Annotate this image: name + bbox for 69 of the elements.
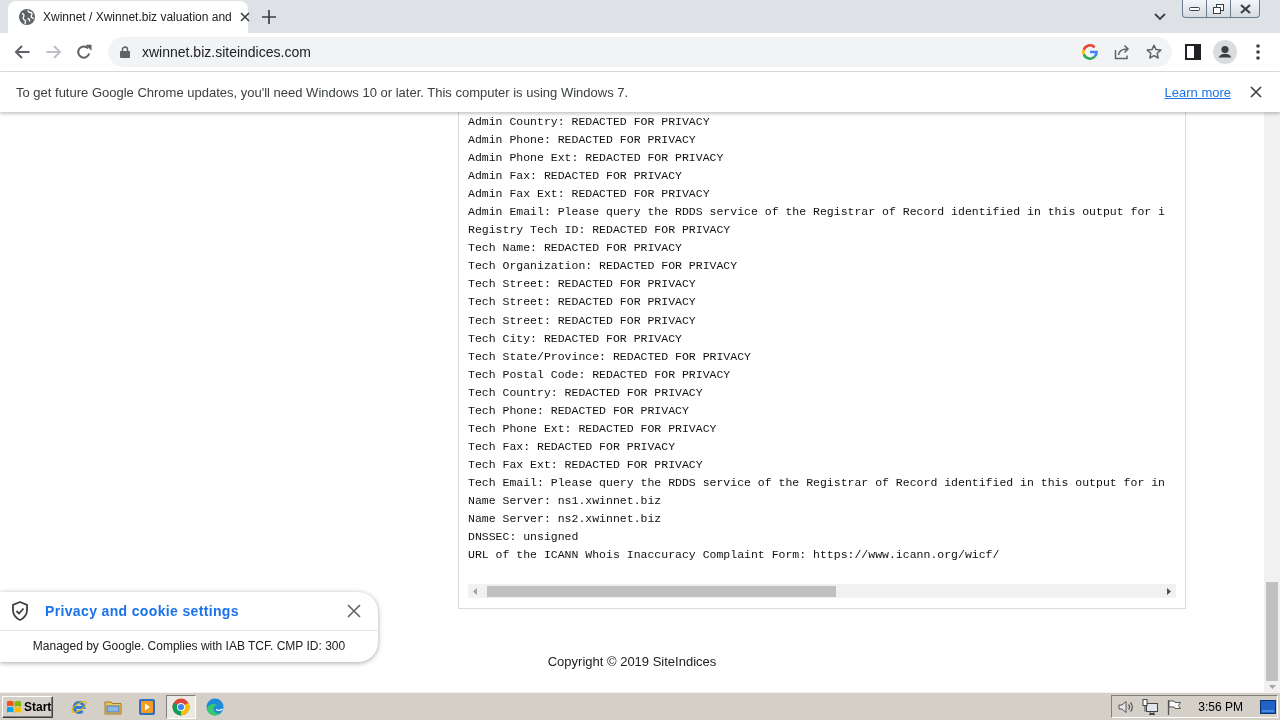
whois-line: URL of the ICANN Whois Inaccuracy Complaint Form: https://www.icann.org/wicf/	[468, 547, 1001, 564]
avatar-icon[interactable]	[1213, 40, 1237, 64]
speaker-icon[interactable]	[1118, 698, 1135, 715]
letter-g-icon[interactable]	[1082, 44, 1098, 60]
whois-line: Admin Country: REDACTED FOR PRIVACY	[468, 114, 711, 130]
whois-line: Admin Phone Ext: REDACTED FOR PRIVACY	[468, 150, 725, 167]
share-icon[interactable]	[1114, 44, 1130, 60]
close-button[interactable]	[1231, 0, 1260, 18]
chevron-down-icon[interactable]	[1154, 12, 1166, 21]
whois-line: Tech Country: REDACTED FOR PRIVACY	[468, 384, 704, 401]
windows-flag-icon	[6, 699, 22, 714]
close-icon[interactable]	[347, 604, 361, 618]
whois-line: Tech Street: REDACTED FOR PRIVACY	[468, 312, 697, 329]
whois-line: Tech Name: REDACTED FOR PRIVACY	[468, 240, 683, 257]
whois-line: Registry Tech ID: REDACTED FOR PRIVACY	[468, 222, 732, 239]
close-icon	[1239, 3, 1251, 14]
whois-line: DNSSEC: unsigned	[468, 529, 580, 546]
ring-logo-icon[interactable]	[172, 697, 190, 716]
whois-line: Tech Email: Please query the RDDS service of the Registrar of Record identified in this output for in	[468, 474, 1166, 491]
whois-line: Admin Fax: REDACTED FOR PRIVACY	[468, 168, 683, 185]
copyright-text: Copyright © 2019 SiteIndices	[547, 654, 717, 670]
close-icon[interactable]	[239, 12, 250, 22]
network-icon[interactable]	[1142, 698, 1159, 715]
dash-icon	[1189, 6, 1200, 11]
start-button[interactable]: Start	[2, 695, 53, 718]
whois-line: Admin Email: Please query the RDDS service of the Registrar of Record identified in this output for i	[468, 204, 1166, 221]
whois-line: Tech Phone Ext: REDACTED FOR PRIVACY	[468, 420, 718, 437]
whois-line: Name Server: ns1.xwinnet.biz	[468, 493, 663, 509]
vertical-scrollbar[interactable]	[1264, 112, 1280, 692]
taskbar-app-button[interactable]	[166, 694, 196, 719]
whois-line: Tech Street: REDACTED FOR PRIVACY	[468, 276, 697, 293]
scrollbar-thumb[interactable]	[1266, 582, 1278, 681]
whois-line: Tech Postal Code: REDACTED FOR PRIVACY	[468, 366, 732, 383]
star-icon[interactable]	[1146, 44, 1162, 60]
whois-line: Tech Fax Ext: REDACTED FOR PRIVACY	[468, 456, 704, 473]
whois-line: Admin Fax Ext: REDACTED FOR PRIVACY	[468, 186, 711, 203]
arrow-left-icon[interactable]	[14, 44, 30, 60]
consent-note: Managed by Google. Complies with IAB TCF. CMP ID: 300	[32, 639, 346, 653]
restore-button[interactable]	[1207, 0, 1231, 18]
whois-line: Admin Phone: REDACTED FOR PRIVACY	[468, 132, 697, 149]
clock-text[interactable]: 3:56 PM	[1198, 699, 1243, 714]
browser-tab[interactable]: Xwinnet / Xwinnet.biz valuation and	[8, 1, 248, 33]
whois-line: Tech Street: REDACTED FOR PRIVACY	[468, 294, 697, 311]
whois-line: Tech State/Province: REDACTED FOR PRIVACY	[468, 348, 752, 365]
cookie-settings-link[interactable]: Privacy and cookie settings	[45, 603, 239, 619]
menu-icon[interactable]	[1256, 44, 1260, 60]
whois-line: Tech Organization: REDACTED FOR PRIVACY	[468, 258, 739, 275]
shield-check-icon	[11, 601, 29, 621]
minimize-button[interactable]	[1182, 0, 1207, 18]
side-panel-icon[interactable]	[1185, 44, 1201, 60]
overlapping-squares-icon	[1213, 3, 1224, 14]
reload-icon[interactable]	[76, 44, 92, 60]
learn-more-link[interactable]: Learn more	[1164, 84, 1231, 100]
infobar-message: To get future Google Chrome updates, you'll need Windows 10 or later. This computer is using Windows 7.	[16, 84, 630, 100]
whois-line: Name Server: ns2.xwinnet.biz	[468, 511, 663, 528]
address-bar[interactable]: xwinnet.biz.siteindices.com	[108, 37, 1172, 67]
whois-line: Tech City: REDACTED FOR PRIVACY	[468, 330, 683, 347]
flag-icon[interactable]	[1166, 698, 1183, 715]
screen-icon[interactable]	[1260, 699, 1276, 714]
whois-line: Tech Fax: REDACTED FOR PRIVACY	[468, 438, 677, 455]
whois-line: Tech Phone: REDACTED FOR PRIVACY	[468, 402, 690, 419]
arrow-right-icon[interactable]	[1167, 587, 1171, 595]
lock-icon[interactable]	[120, 46, 130, 58]
play-icon[interactable]	[138, 697, 156, 716]
close-icon[interactable]	[1250, 86, 1262, 98]
plus-icon[interactable]	[262, 9, 276, 24]
scrollbar-thumb[interactable]	[487, 585, 836, 597]
horizontal-scrollbar[interactable]	[468, 584, 1176, 599]
globe-icon	[19, 9, 35, 25]
